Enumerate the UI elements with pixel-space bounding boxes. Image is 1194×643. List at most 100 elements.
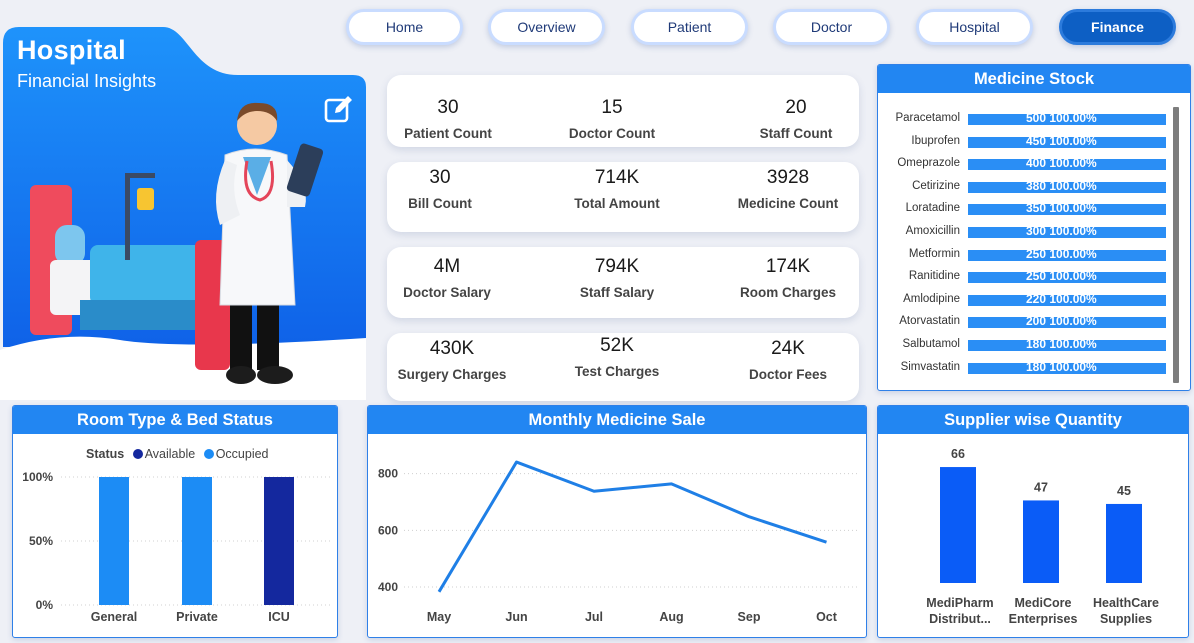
stock-row: Cetirizine 380 100.00%: [878, 177, 1168, 197]
nav-hospital-button[interactable]: Hospital: [916, 9, 1033, 45]
nav-finance-button[interactable]: Finance: [1059, 9, 1176, 45]
stock-name: Simvastatin: [900, 360, 960, 373]
kpi-label: Test Charges: [574, 364, 660, 379]
stock-name: Loratadine: [905, 202, 960, 215]
kpi-label: Bill Count: [408, 196, 472, 211]
data-label: 66: [951, 447, 965, 461]
stock-value: 180 100.00%: [1026, 337, 1097, 351]
kpi-label: Surgery Charges: [397, 367, 507, 382]
stock-name: Atorvastatin: [899, 315, 960, 328]
kpi-label: Patient Count: [404, 126, 492, 141]
supplier-bar[interactable]: [940, 467, 976, 583]
x-tick-label: Private: [176, 610, 218, 624]
kpi-room-charges: 174K Room Charges: [713, 256, 863, 300]
x-tick-label: MediCore: [1015, 596, 1072, 610]
y-tick-label: 600: [378, 523, 398, 537]
supplier-bar[interactable]: [1023, 500, 1059, 583]
stock-row: Omeprazole 400 100.00%: [878, 154, 1168, 174]
sale-line[interactable]: [437, 460, 827, 593]
scrollbar[interactable]: [1173, 107, 1179, 383]
kpi-value: 794K: [594, 256, 640, 277]
x-tick-label: General: [91, 610, 138, 624]
stock-name: Amlodipine: [903, 292, 960, 305]
kpi-value: 714K: [594, 167, 640, 188]
bar-occupied[interactable]: [182, 477, 212, 605]
stock-row: Amlodipine 220 100.00%: [878, 290, 1168, 310]
kpi-value: 3928: [766, 167, 810, 188]
y-tick-label: 100%: [22, 470, 53, 484]
panel-title: Medicine Stock: [878, 65, 1190, 93]
x-tick-label: Distribut...: [929, 612, 991, 626]
medicine-stock-panel: Medicine Stock Paracetamol 500 100.00% Ibu…: [877, 64, 1191, 391]
stock-row: Metformin 250 100.00%: [878, 245, 1168, 265]
stock-value: 250 100.00%: [1026, 269, 1097, 284]
nav-doctor-button[interactable]: Doctor: [773, 9, 890, 45]
stock-name: Ranitidine: [908, 270, 960, 283]
kpi-value: 30: [429, 167, 451, 188]
hero-subtitle: Financial Insights: [17, 71, 157, 91]
kpi-value: 174K: [765, 256, 811, 277]
kpi-value: 20: [785, 97, 807, 118]
bar-occupied[interactable]: [99, 477, 129, 605]
x-tick-label: Jun: [505, 610, 527, 624]
kpi-medicine-count: 3928 Medicine Count: [713, 167, 863, 211]
kpi-value: 15: [601, 97, 623, 118]
kpi-label: Room Charges: [739, 285, 837, 300]
x-tick-label: MediPharm: [926, 596, 993, 610]
stock-name: Salbutamol: [902, 338, 960, 350]
kpi-test-charges: 52K Test Charges: [542, 335, 692, 379]
x-tick-label: HealthCare: [1093, 596, 1159, 610]
stock-value: 500 100.00%: [1026, 111, 1097, 125]
stock-row: Ranitidine 250 100.00%: [878, 267, 1168, 287]
kpi-staff-count: 20 Staff Count: [721, 97, 871, 141]
stock-value: 400 100.00%: [1026, 156, 1097, 171]
room-type-chart: 0% 50% 100% General Private ICU: [22, 470, 331, 624]
hero-title: Hospital: [17, 35, 126, 65]
kpi-doctor-count: 15 Doctor Count: [537, 97, 687, 141]
monthly-sale-chart: 400 600 800 May Jun Jul Aug Sep Oct: [378, 460, 858, 624]
supplier-panel: Supplier wise Quantity 66 MediPharm Distri…: [877, 405, 1189, 638]
stock-row: Atorvastatin 200 100.00%: [878, 312, 1168, 332]
stock-row: Salbutamol 180 100.00%: [878, 335, 1168, 355]
bar-available[interactable]: [264, 477, 294, 605]
stock-name: Ibuprofen: [911, 134, 960, 147]
kpi-total-amount: 714K Total Amount: [542, 167, 692, 211]
x-tick-label: Oct: [816, 610, 838, 624]
stock-value: 220 100.00%: [1026, 291, 1097, 306]
kpi-card-charges: 430K Surgery Charges 52K Test Charges 24…: [387, 333, 859, 401]
nav-patient-button[interactable]: Patient: [631, 9, 748, 45]
supplier-bar[interactable]: [1106, 503, 1142, 583]
kpi-value: 30: [437, 97, 459, 118]
stock-value: 250 100.00%: [1026, 246, 1097, 261]
kpi-doctor-salary: 4M Doctor Salary: [372, 256, 522, 300]
y-tick-label: 400: [378, 580, 398, 594]
kpi-card-counts: 30 Patient Count 15 Doctor Count 20 Staf…: [387, 75, 859, 147]
kpi-value: 430K: [429, 338, 475, 359]
y-tick-label: 0%: [36, 598, 54, 612]
kpi-label: Staff Count: [759, 126, 833, 141]
stock-value: 300 100.00%: [1026, 224, 1097, 238]
x-tick-label: May: [427, 610, 451, 624]
kpi-card-salaries: 4M Doctor Salary 794K Staff Salary 174K …: [387, 247, 859, 318]
kpi-surgery-charges: 430K Surgery Charges: [377, 338, 527, 382]
x-tick-label: Sep: [738, 610, 761, 624]
stock-value: 350 100.00%: [1026, 201, 1097, 216]
doctor-illustration: [30, 102, 324, 384]
stock-name: Paracetamol: [895, 112, 960, 124]
data-label: 47: [1034, 480, 1048, 494]
kpi-value: 52K: [600, 335, 634, 356]
stock-row: Amoxicillin 300 100.00%: [878, 222, 1168, 242]
stock-row: Loratadine 350 100.00%: [878, 199, 1168, 219]
kpi-bill-count: 30 Bill Count: [365, 167, 515, 211]
stock-row: Simvastatin 180 100.00%: [878, 358, 1168, 378]
kpi-label: Doctor Fees: [748, 367, 828, 382]
nav-overview-button[interactable]: Overview: [488, 9, 605, 45]
kpi-label: Total Amount: [574, 196, 660, 211]
stock-value: 450 100.00%: [1026, 133, 1097, 148]
kpi-card-billing: 30 Bill Count 714K Total Amount 3928 Med…: [387, 162, 859, 232]
x-tick-label: Aug: [659, 610, 683, 624]
y-tick-label: 800: [378, 467, 398, 481]
supplier-chart: 66 MediPharm Distribut... 47 MediCore Enterpr…: [926, 447, 1159, 626]
stock-value: 200 100.00%: [1026, 314, 1097, 329]
stock-row: Ibuprofen 450 100.00%: [878, 132, 1168, 152]
